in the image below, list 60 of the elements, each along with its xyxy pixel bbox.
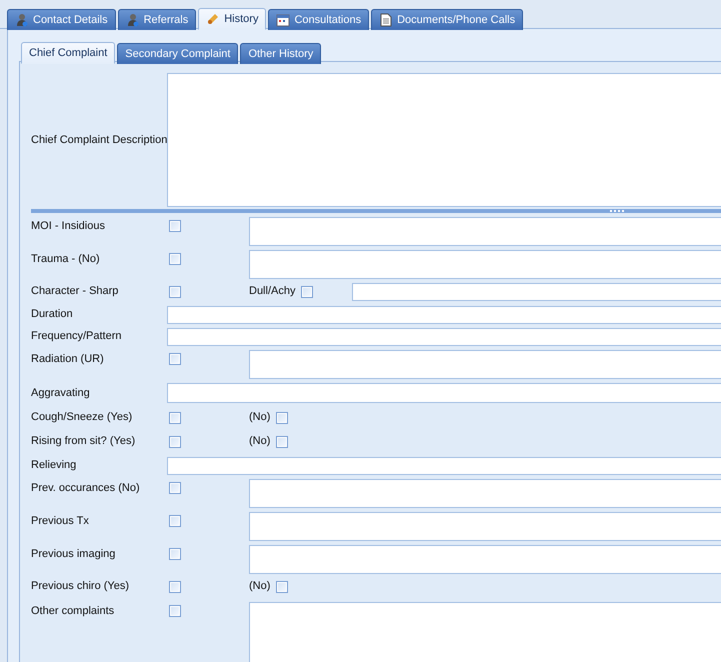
checkbox[interactable] — [169, 515, 181, 527]
field-label: Relieving — [31, 458, 78, 471]
checkbox[interactable] — [169, 412, 181, 424]
field-label: Character - Sharp — [31, 284, 120, 297]
field-label: Previous imaging — [31, 547, 116, 560]
tab[interactable]: Other History — [240, 43, 322, 64]
tab[interactable]: Secondary Complaint — [117, 43, 238, 64]
text-field[interactable] — [352, 283, 721, 301]
field-label: Cough/Sneeze (Yes) — [31, 410, 134, 423]
field-label: Trauma - (No) — [31, 252, 101, 265]
memo-field[interactable] — [249, 512, 721, 541]
calendar-icon — [276, 13, 290, 27]
option-label: (No) — [249, 434, 270, 448]
text-field[interactable] — [167, 328, 721, 346]
tab[interactable]: Documents/Phone Calls — [371, 9, 524, 30]
memo-field[interactable] — [249, 545, 721, 574]
text-field[interactable] — [167, 306, 721, 324]
tab[interactable]: Chief Complaint — [21, 42, 116, 64]
text-field[interactable] — [167, 457, 721, 475]
memo-field[interactable] — [249, 479, 721, 508]
option-label: (No) — [249, 410, 270, 424]
field-label: Radiation (UR) — [31, 352, 105, 365]
field-label: Rising from sit? (Yes) — [31, 434, 136, 447]
person-icon — [126, 13, 140, 27]
checkbox[interactable] — [169, 286, 181, 298]
checkbox[interactable] — [169, 581, 181, 593]
text-field[interactable] — [167, 383, 721, 403]
checkbox[interactable] — [276, 436, 288, 448]
field-label: Frequency/Pattern — [31, 329, 122, 342]
field-label: Duration — [31, 307, 74, 320]
tab[interactable]: Referrals — [118, 9, 196, 30]
checkbox[interactable] — [169, 353, 181, 365]
checkbox[interactable] — [169, 605, 181, 617]
memo-field[interactable] — [249, 250, 721, 279]
memo-field[interactable] — [249, 217, 721, 246]
scroll-icon — [206, 12, 220, 26]
checkbox[interactable] — [169, 253, 181, 265]
field-label: Aggravating — [31, 386, 91, 399]
checkbox[interactable] — [169, 548, 181, 560]
checkbox[interactable] — [169, 220, 181, 232]
option-label: (No) — [249, 579, 270, 593]
checkbox[interactable] — [169, 482, 181, 494]
checkbox[interactable] — [301, 286, 314, 298]
description-field[interactable] — [167, 73, 721, 207]
person-icon — [15, 13, 29, 27]
option-label: Dull/Achy — [249, 284, 296, 298]
checkbox[interactable] — [276, 412, 288, 424]
tab[interactable]: Consultations — [268, 9, 370, 30]
field-label: MOI - Insidious — [31, 219, 106, 232]
field-label: Previous Tx — [31, 514, 90, 527]
checkbox[interactable] — [276, 581, 288, 593]
document-icon — [379, 13, 394, 27]
field-label: Other complaints — [31, 604, 116, 617]
checkbox[interactable] — [169, 436, 181, 448]
field-label: Chief Complaint Description — [31, 134, 167, 146]
field-label: Previous chiro (Yes) — [31, 579, 130, 592]
memo-field[interactable] — [249, 350, 721, 379]
tab[interactable]: History — [198, 8, 266, 30]
tab[interactable]: Contact Details — [7, 9, 116, 30]
field-label: Prev. occurances (No) — [31, 481, 141, 494]
